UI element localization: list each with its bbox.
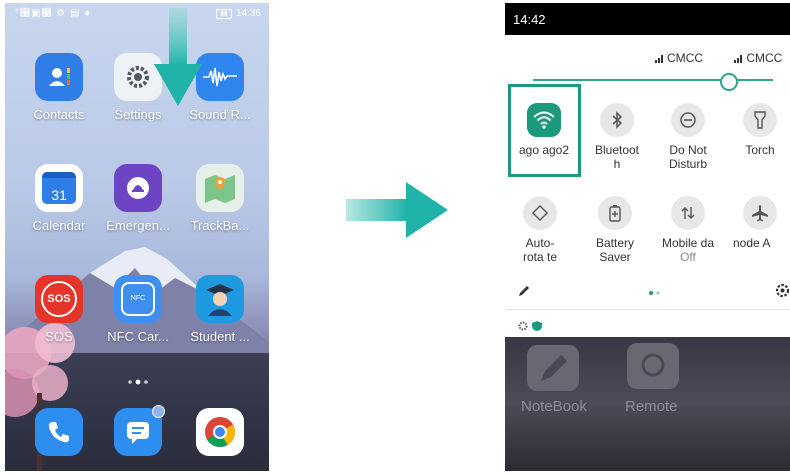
app-label: Sound R... <box>189 107 251 122</box>
nfc-badge: NFC <box>121 282 155 316</box>
emergency-icon <box>114 164 162 212</box>
tile-torch[interactable]: Torch <box>725 103 790 157</box>
app-label: Remote <box>625 398 678 415</box>
qs-page-indicator <box>649 291 660 295</box>
notification-icons <box>517 319 547 337</box>
carrier-name: CMCC <box>667 51 703 65</box>
tile-airplane-mode[interactable]: node A <box>725 196 790 250</box>
tile-do-not-disturb[interactable]: Do Not Disturb <box>653 103 723 171</box>
tile-label: Do Not Disturb <box>668 143 707 171</box>
divider <box>505 309 790 310</box>
dock-messages[interactable] <box>95 405 181 456</box>
tile-label: Mobile da <box>661 236 715 250</box>
tile-auto-rotate[interactable]: Auto-rota te <box>505 196 575 264</box>
app-label: Student ... <box>190 329 250 344</box>
mobile-data-icon <box>671 196 705 230</box>
carrier-2: CMCC <box>734 51 790 65</box>
wifi-tile-highlight <box>508 84 581 177</box>
battery-icon: ▮▮ <box>215 8 232 19</box>
app-label: NFC Car... <box>107 329 169 344</box>
battery-saver-icon <box>598 196 632 230</box>
tile-status: Off <box>680 250 696 264</box>
notification-dot <box>152 405 165 418</box>
auto-rotate-icon <box>523 196 557 230</box>
do-not-disturb-icon <box>671 103 705 137</box>
app-sos[interactable]: SOS SOS <box>16 275 102 344</box>
app-nfc-card[interactable]: NFC NFC Car... <box>95 275 181 344</box>
tile-label: Torch <box>745 143 775 157</box>
carrier-1: CMCC <box>655 51 717 65</box>
status-icons: °⹩▣⹩ ⚙ ▤ ● <box>15 8 92 19</box>
remote-icon <box>627 343 679 389</box>
app-trackback[interactable]: TrackBa... <box>177 164 263 233</box>
tile-label: node A <box>733 236 771 250</box>
trackback-map-icon <box>196 164 244 212</box>
transition-arrow <box>346 182 448 238</box>
home-screen-dimmed: NoteBook Remote <box>505 337 790 471</box>
phone-icon <box>35 408 83 456</box>
app-student[interactable]: Student ... <box>177 275 263 344</box>
shield-icon <box>532 321 542 331</box>
app-label: Emergen... <box>106 218 170 233</box>
tile-label: Auto-rota te <box>522 236 558 264</box>
carrier-name: CMCC <box>746 51 783 65</box>
tile-mobile-data[interactable]: Mobile da Off <box>653 196 723 264</box>
sos-icon: SOS <box>35 275 83 323</box>
app-label: TrackBa... <box>190 218 250 233</box>
student-icon <box>196 275 244 323</box>
bluetooth-icon <box>600 103 634 137</box>
gear-small-icon <box>518 321 528 331</box>
page-indicator <box>128 379 148 385</box>
status-bar: °⹩▣⹩ ⚙ ▤ ● ▮▮ 14:36 <box>5 3 269 25</box>
brightness-handle[interactable] <box>720 73 738 91</box>
nfc-card-icon: NFC <box>114 275 162 323</box>
home-screen: °⹩▣⹩ ⚙ ▤ ● ▮▮ 14:36 Contacts Settings So… <box>5 3 269 471</box>
quick-settings-panel: 14:42 CMCC CMCC ago ago2 Bluetoot h Do N… <box>505 3 790 471</box>
app-label: Calendar <box>32 218 86 233</box>
carrier-info: CMCC CMCC <box>655 51 790 65</box>
notebook-icon <box>527 345 579 391</box>
settings-gear-icon[interactable] <box>775 283 790 298</box>
torch-icon <box>743 103 777 137</box>
tile-battery-saver[interactable]: Battery Saver <box>580 196 650 264</box>
calendar-icon: 31 <box>35 164 83 212</box>
clock: 14:42 <box>513 12 546 27</box>
status-bar: 14:42 <box>505 3 790 35</box>
dock-phone[interactable] <box>16 408 102 456</box>
app-contacts[interactable]: Contacts <box>16 53 102 122</box>
chrome-icon <box>196 408 244 456</box>
app-label: SOS <box>45 329 73 344</box>
messages-icon <box>114 405 165 456</box>
swipe-down-arrow <box>154 8 202 106</box>
tile-label: Battery Saver <box>595 236 634 264</box>
dock-chrome[interactable] <box>177 408 263 456</box>
tile-bluetooth[interactable]: Bluetoot h <box>582 103 652 171</box>
sos-badge: SOS <box>41 281 77 317</box>
clock: 14:36 <box>235 8 261 19</box>
app-calendar[interactable]: 31 Calendar <box>16 164 102 233</box>
contacts-icon <box>35 53 83 101</box>
app-label: NoteBook <box>521 398 587 415</box>
edit-pencil-icon[interactable] <box>517 284 531 298</box>
signal-icon <box>655 55 663 63</box>
signal-icon <box>734 55 743 63</box>
app-label: Contacts <box>33 107 85 122</box>
app-emergency[interactable]: Emergen... <box>95 164 181 233</box>
airplane-icon <box>743 196 777 230</box>
calendar-day: 31 <box>42 172 76 204</box>
app-label: Settings <box>114 107 162 122</box>
tile-label: Bluetoot h <box>594 143 640 171</box>
